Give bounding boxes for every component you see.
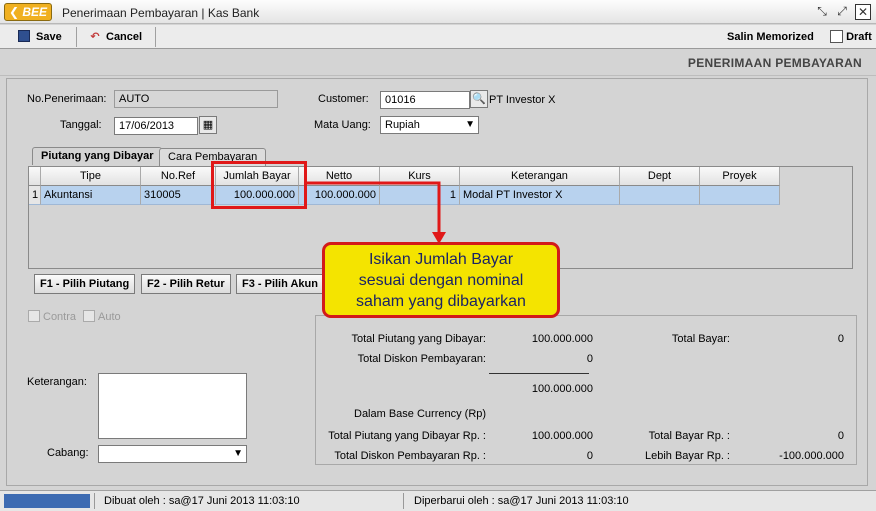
restore-icon[interactable]: ⤡ xyxy=(814,4,830,20)
total-bayar-rp-label: Total Bayar Rp. : xyxy=(648,430,730,442)
calendar-icon[interactable]: ▦ xyxy=(199,116,217,134)
undo-icon: ↶ xyxy=(90,31,100,43)
total-piutang-label: Total Piutang yang Dibayar: xyxy=(351,333,486,345)
tanggal-label: Tanggal: xyxy=(60,119,102,131)
total-diskon-rp-label: Total Diskon Pembayaran Rp. : xyxy=(334,450,486,462)
cell-proyek[interactable] xyxy=(700,186,780,205)
grid-header-netto[interactable]: Netto xyxy=(299,167,380,186)
cell-noref[interactable]: 310005 xyxy=(141,186,216,205)
customer-code-field[interactable]: 01016 xyxy=(380,91,470,109)
created-by: Dibuat oleh : sa@17 Juni 2013 11:03:10 xyxy=(104,495,300,507)
status-divider xyxy=(403,493,404,509)
form-header: PENERIMAAN PEMBAYARAN xyxy=(0,50,876,76)
status-indicator xyxy=(4,494,90,508)
chevron-down-icon: ▼ xyxy=(465,119,475,130)
highlight-box xyxy=(211,161,307,209)
cell-tipe[interactable]: Akuntansi xyxy=(41,186,141,205)
total-piutang-rp-value: 100.000.000 xyxy=(531,430,593,442)
toolbar-divider xyxy=(76,27,77,47)
search-icon[interactable]: 🔍 xyxy=(470,90,488,108)
tab-piutang[interactable]: Piutang yang Dibayar xyxy=(32,147,163,165)
no-penerimaan-label: No.Penerimaan: xyxy=(27,93,107,105)
cell-dept[interactable] xyxy=(620,186,700,205)
updated-by: Diperbarui oleh : sa@17 Juni 2013 11:03:… xyxy=(414,495,629,507)
grid-header-tipe[interactable]: Tipe xyxy=(41,167,141,186)
contra-checkbox[interactable]: Contra xyxy=(28,310,76,323)
subtotal-divider xyxy=(489,373,589,374)
no-penerimaan-field: AUTO xyxy=(114,90,278,108)
summary-panel: Total Piutang yang Dibayar: 100.000.000 … xyxy=(315,315,857,465)
lebih-bayar-rp-value: -100.000.000 xyxy=(779,450,844,462)
total-diskon-value: 0 xyxy=(586,353,593,365)
total-diskon-rp-value: 0 xyxy=(586,450,593,462)
total-piutang-value: 100.000.000 xyxy=(531,333,593,345)
app-logo: ❮ BEE xyxy=(4,3,53,21)
grid-header-proyek[interactable]: Proyek xyxy=(700,167,780,186)
auto-checkbox[interactable]: Auto xyxy=(83,310,121,323)
pilih-akun-button[interactable]: F3 - Pilih Akun xyxy=(236,274,324,294)
row-number: 1 xyxy=(29,186,41,205)
subtotal-value: 100.000.000 xyxy=(531,383,593,395)
grid-header-noref[interactable]: No.Ref xyxy=(141,167,216,186)
floppy-icon xyxy=(18,30,30,42)
total-bayar-label: Total Bayar: xyxy=(671,333,730,345)
total-piutang-rp-label: Total Piutang yang Dibayar Rp. : xyxy=(328,430,486,442)
grid-header-keterangan[interactable]: Keterangan xyxy=(460,167,620,186)
status-bar: Dibuat oleh : sa@17 Juni 2013 11:03:10 D… xyxy=(0,490,876,511)
keterangan-label: Keterangan: xyxy=(27,376,87,388)
total-bayar-rp-value: 0 xyxy=(837,430,844,442)
customer-name: PT Investor X xyxy=(489,94,556,106)
cabang-select[interactable]: ▼ xyxy=(98,445,247,463)
checkbox-box xyxy=(28,310,40,322)
status-divider xyxy=(94,493,95,509)
cell-kurs[interactable]: 1 xyxy=(380,186,460,205)
base-currency-label: Dalam Base Currency (Rp) xyxy=(354,408,487,420)
cell-netto[interactable]: 100.000.000 xyxy=(299,186,380,205)
title-bar: ❮ BEE Penerimaan Pembayaran | Kas Bank ⤡… xyxy=(0,0,876,24)
tanggal-field[interactable]: 17/06/2013 xyxy=(114,117,198,135)
lebih-bayar-rp-label: Lebih Bayar Rp. : xyxy=(645,450,730,462)
cabang-label: Cabang: xyxy=(47,447,89,459)
callout-line-1: Isikan Jumlah Bayar xyxy=(368,251,514,268)
total-bayar-value: 0 xyxy=(837,333,844,345)
customer-label: Customer: xyxy=(318,93,369,105)
form-title: PENERIMAAN PEMBAYARAN xyxy=(687,56,862,70)
pilih-retur-button[interactable]: F2 - Pilih Retur xyxy=(141,274,231,294)
mata-uang-select[interactable]: Rupiah ▼ xyxy=(380,116,479,134)
checkbox-box xyxy=(830,30,843,43)
cancel-button[interactable]: ↶ Cancel xyxy=(88,28,142,46)
instruction-callout: Isikan Jumlah Bayar sesuai dengan nomina… xyxy=(322,242,560,318)
window-title: Penerimaan Pembayaran | Kas Bank xyxy=(62,6,260,20)
draft-checkbox[interactable]: Draft xyxy=(830,28,872,46)
total-diskon-label: Total Diskon Pembayaran: xyxy=(357,353,486,365)
close-icon[interactable]: ✕ xyxy=(855,4,871,20)
save-button[interactable]: Save xyxy=(18,28,62,46)
toolbar-divider xyxy=(155,27,156,47)
keterangan-textarea[interactable] xyxy=(98,373,247,439)
checkbox-box xyxy=(83,310,95,322)
grid-header-corner xyxy=(29,167,41,186)
toolbar: Save ↶ Cancel Salin Memorized Draft xyxy=(0,25,876,49)
grid-header-dept[interactable]: Dept xyxy=(620,167,700,186)
mata-uang-label: Mata Uang: xyxy=(314,119,371,131)
chevron-down-icon: ▼ xyxy=(233,448,243,459)
callout-line-2: sesuai dengan nominal xyxy=(358,272,524,289)
callout-line-3: saham yang dibayarkan xyxy=(356,293,526,310)
pilih-piutang-button[interactable]: F1 - Pilih Piutang xyxy=(34,274,136,294)
maximize-icon[interactable]: ⤢ xyxy=(834,4,850,20)
cell-keterangan[interactable]: Modal PT Investor X xyxy=(460,186,620,205)
salin-memorized-button[interactable]: Salin Memorized xyxy=(727,28,814,46)
grid-header-kurs[interactable]: Kurs xyxy=(380,167,460,186)
